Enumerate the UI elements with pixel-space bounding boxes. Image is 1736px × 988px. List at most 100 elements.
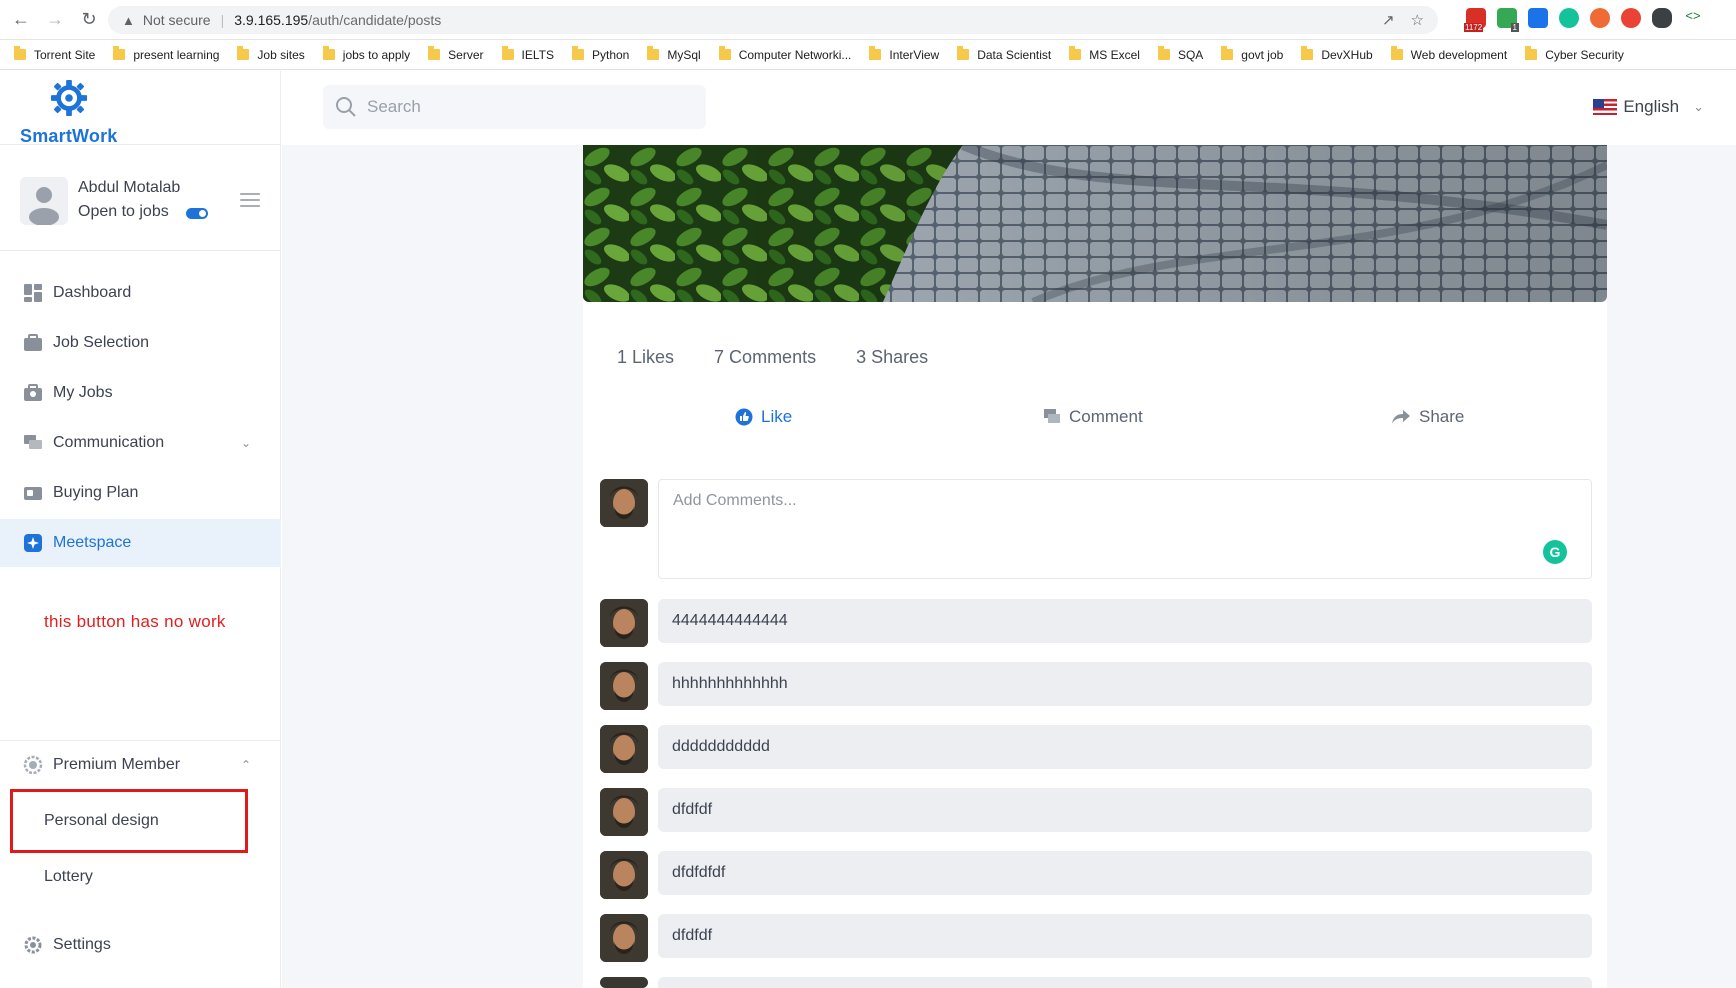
warning-icon: ▲	[122, 12, 135, 28]
bookmark-label: MS Excel	[1089, 47, 1140, 62]
bookmark[interactable]: IELTS	[501, 46, 554, 62]
bookmark[interactable]: MySql	[647, 46, 701, 62]
comment-item: ddddddddddd	[658, 725, 1592, 769]
bookmark-label: Web development	[1410, 47, 1508, 62]
gmail-extension-icon[interactable]: 1172	[1464, 8, 1486, 32]
sidebar-item-settings[interactable]: Settings	[0, 921, 281, 969]
bookmark[interactable]: Web development	[1390, 46, 1508, 62]
avatar[interactable]	[600, 977, 648, 988]
bookmark[interactable]: Job sites	[237, 46, 305, 62]
bookmark[interactable]: Data Scientist	[957, 46, 1051, 62]
orange-extension-icon[interactable]	[1590, 8, 1610, 28]
grammarly-extension-icon[interactable]	[1559, 8, 1579, 28]
bookmark[interactable]: Python	[571, 46, 629, 62]
dropbox-extension-icon[interactable]	[1528, 8, 1548, 28]
search-icon	[336, 97, 356, 117]
like-icon	[735, 408, 753, 426]
avatar[interactable]	[600, 479, 648, 527]
sidebar-item-communication[interactable]: Communication ⌄	[0, 419, 281, 467]
bookmark-label: DevXHub	[1321, 47, 1373, 62]
comments-count[interactable]: 7 Comments	[714, 347, 816, 368]
bookmark[interactable]: Torrent Site	[14, 46, 95, 62]
chevron-up-icon[interactable]: ⌃	[241, 758, 251, 772]
comment-button[interactable]: Comment	[1043, 407, 1143, 427]
avatar[interactable]	[600, 599, 648, 647]
sidebar-item-dashboard[interactable]: Dashboard	[0, 269, 281, 317]
back-icon[interactable]: ←	[8, 7, 34, 33]
likes-count[interactable]: 1 Likes	[617, 347, 674, 368]
avatar[interactable]	[20, 177, 68, 225]
grammarly-icon[interactable]: G	[1543, 540, 1567, 564]
comment-item: hhhhhhhhhhhhh	[658, 662, 1592, 706]
profile-card: Abdul Motalab Open to jobs	[20, 175, 270, 227]
bookmark[interactable]: jobs to apply	[322, 46, 411, 62]
folder-icon	[718, 46, 731, 60]
sidebar-item-meetspace[interactable]: Meetspace	[0, 519, 281, 567]
sidebar-item-my-jobs[interactable]: My Jobs	[0, 369, 281, 417]
briefcase-icon	[23, 333, 43, 353]
comment-item: 4444444444444	[658, 599, 1592, 643]
search-input[interactable]: Search	[323, 85, 706, 129]
address-separator: |	[220, 12, 225, 28]
avatar[interactable]	[600, 788, 648, 836]
sidebar-subitem-lottery[interactable]: Lottery	[44, 868, 93, 886]
sidebar-item-label: Buying Plan	[53, 484, 139, 501]
sidebar-item-job-selection[interactable]: Job Selection	[0, 319, 281, 367]
share-button[interactable]: Share	[1391, 407, 1464, 427]
chat-icon	[23, 433, 43, 453]
hamburger-menu-icon[interactable]	[240, 193, 260, 211]
bookmark-label: InterView	[889, 47, 940, 62]
divider	[0, 250, 281, 251]
bookmark[interactable]: present learning	[113, 46, 220, 62]
bookmark[interactable]: govt job	[1221, 46, 1283, 62]
bookmark[interactable]: SQA	[1157, 46, 1204, 62]
language-selector[interactable]: English ⌄	[1593, 97, 1704, 117]
shield-extension-icon[interactable]: 1	[1497, 8, 1519, 32]
bookmark-label: present learning	[133, 47, 220, 62]
bookmark[interactable]: Computer Networki...	[718, 46, 852, 62]
avatar[interactable]	[600, 725, 648, 773]
red-extension-icon[interactable]	[1621, 8, 1641, 28]
bookmark-label: Computer Networki...	[738, 47, 852, 62]
open-to-jobs-toggle[interactable]	[186, 208, 208, 219]
bookmark-star-icon[interactable]: ☆	[1411, 11, 1424, 29]
sidebar-item-premium-member[interactable]: Premium Member ⌃	[0, 741, 281, 789]
avatar[interactable]	[600, 914, 648, 962]
sidebar-item-label: Dashboard	[53, 284, 132, 301]
mouse-extension-icon[interactable]	[1652, 8, 1672, 28]
shares-count[interactable]: 3 Shares	[856, 347, 928, 368]
logo[interactable]: SmartWork	[18, 79, 118, 146]
comment-label: Comment	[1069, 407, 1143, 426]
post-image[interactable]	[583, 145, 1607, 302]
avatar[interactable]	[600, 851, 648, 899]
folder-icon	[1301, 46, 1314, 60]
forward-icon[interactable]: →	[42, 7, 68, 33]
folder-icon	[1221, 46, 1234, 60]
bookmark-label: MySql	[667, 47, 701, 62]
annotation-note: this button has no work	[44, 612, 226, 631]
chevron-down-icon[interactable]: ⌄	[241, 436, 251, 450]
add-comment-input[interactable]: Add Comments... G	[658, 479, 1592, 579]
folder-icon	[428, 46, 441, 60]
share-page-icon[interactable]: ↗	[1382, 11, 1395, 29]
sidebar-item-label: Job Selection	[53, 334, 150, 351]
bookmark[interactable]: Server	[428, 46, 484, 62]
bookmark[interactable]: Cyber Security	[1525, 46, 1624, 62]
bookmark[interactable]: MS Excel	[1069, 46, 1140, 62]
like-button[interactable]: Like	[735, 407, 792, 427]
sidebar-item-buying-plan[interactable]: Buying Plan	[0, 469, 281, 517]
address-bar[interactable]: ▲ Not secure | 3.9.165.195/auth/candidat…	[108, 6, 1438, 34]
avatar[interactable]	[600, 662, 648, 710]
bookmark-label: jobs to apply	[342, 47, 411, 62]
bookmark[interactable]: InterView	[869, 46, 940, 62]
profile-status: Open to jobs	[78, 203, 169, 220]
bookmark[interactable]: DevXHub	[1301, 46, 1373, 62]
bookmarks-bar: Torrent Site present learning Job sites …	[0, 40, 1736, 70]
reload-icon[interactable]: ↻	[76, 7, 102, 33]
folder-icon	[501, 46, 514, 60]
code-extension-icon[interactable]: <>	[1683, 8, 1703, 28]
security-label: Not secure	[142, 12, 211, 28]
bookmark-label: SQA	[1177, 47, 1204, 62]
folder-icon	[647, 46, 660, 60]
folder-icon	[322, 46, 335, 60]
